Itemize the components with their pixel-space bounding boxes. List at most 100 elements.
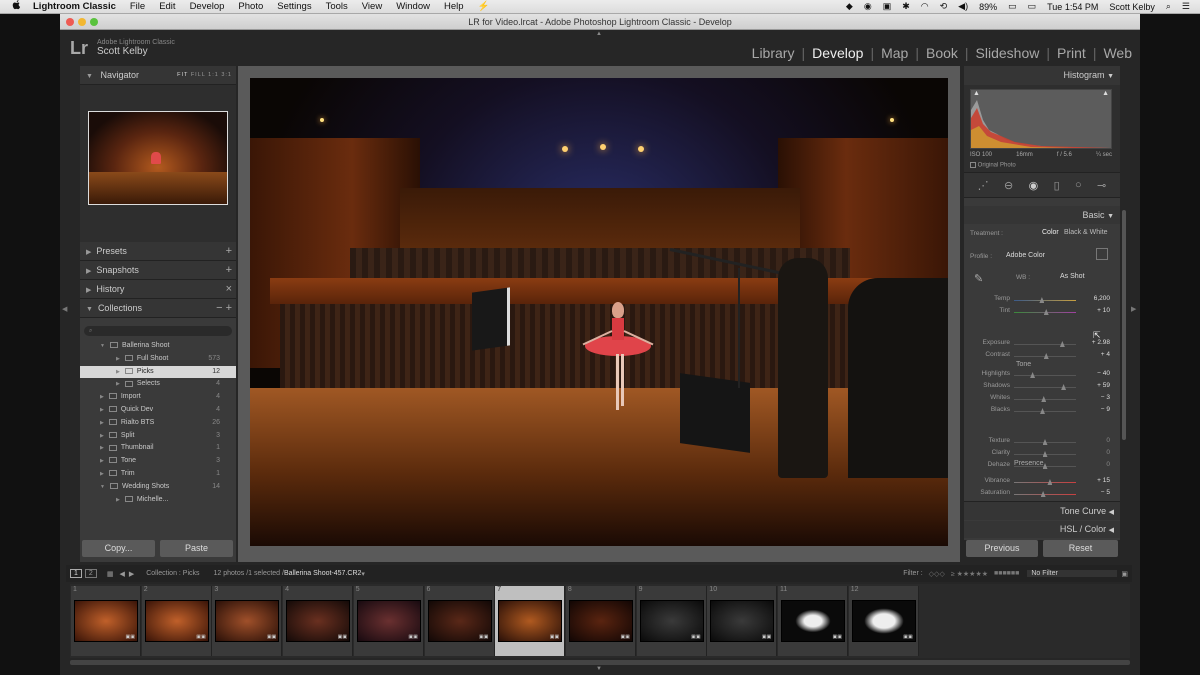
thumb-image[interactable]: ▣▣: [781, 600, 845, 642]
adjustment-brush-icon[interactable]: ⊸: [1097, 179, 1106, 192]
collapse-bottom-arrow-icon[interactable]: ▼: [596, 666, 602, 672]
histogram-collapse-icon[interactable]: ▼: [1107, 73, 1114, 80]
window-icon[interactable]: ▣: [883, 1, 892, 12]
main-window-button[interactable]: 1: [70, 569, 82, 578]
filmstrip-thumb[interactable]: 11 ▣▣: [778, 586, 848, 656]
presets-header[interactable]: ▶ Presets +: [80, 242, 236, 261]
filmstrip-thumb[interactable]: 10 ▣▣: [707, 586, 778, 656]
grid-view-icon[interactable]: ▦: [107, 570, 114, 578]
paste-button[interactable]: Paste: [160, 540, 233, 557]
shadow-clipping-icon[interactable]: ▲: [973, 90, 980, 97]
thumb-image[interactable]: ▣▣: [639, 600, 704, 642]
slider-knob[interactable]: [1042, 439, 1048, 445]
slider-knob[interactable]: [1040, 408, 1046, 414]
collection-filter-input[interactable]: ⌕: [84, 326, 232, 336]
reset-button[interactable]: Reset: [1043, 540, 1118, 557]
collection-item[interactable]: ▼ Wedding Shots 14: [80, 481, 236, 494]
spotlight-icon[interactable]: ⌕: [1166, 1, 1171, 12]
volume-icon[interactable]: ◀): [958, 1, 968, 12]
filmstrip-thumb[interactable]: 7 ▣▣: [495, 586, 566, 656]
presets-expand-icon[interactable]: ▶: [86, 249, 91, 256]
collection-disclosure-icon[interactable]: ▶: [100, 458, 104, 464]
slider-value[interactable]: 0: [1106, 449, 1110, 456]
collection-item[interactable]: ▶ Quick Dev 4: [80, 404, 236, 417]
slider-knob[interactable]: [1061, 384, 1067, 390]
slider-value[interactable]: − 5: [1101, 489, 1110, 496]
snapshots-add-icon[interactable]: +: [226, 261, 232, 280]
hsl-header[interactable]: HSL / Color ◀: [964, 521, 1120, 538]
filmstrip-thumb[interactable]: 6 ▣▣: [424, 586, 495, 656]
original-photo-toggle[interactable]: Original Photo: [970, 162, 1016, 169]
history-expand-icon[interactable]: ▶: [86, 287, 91, 294]
basic-header[interactable]: Basic ▼: [964, 206, 1120, 224]
collection-item[interactable]: ▶ Selects 4: [80, 378, 236, 391]
filmstrip-thumb[interactable]: 12 ▣▣: [848, 586, 919, 656]
snapshots-header[interactable]: ▶ Snapshots +: [80, 261, 236, 280]
slider-value[interactable]: − 3: [1101, 394, 1110, 401]
slider-value[interactable]: 6,200: [1094, 295, 1110, 302]
zoom-3to1[interactable]: 3:1: [221, 72, 232, 78]
menu-help[interactable]: Help: [444, 1, 464, 12]
flag-filter-icon[interactable]: ◇◇◇: [929, 570, 945, 578]
slider-track[interactable]: [1014, 463, 1076, 469]
collection-item[interactable]: ▶ Thumbnail 1: [80, 442, 236, 455]
module-web[interactable]: Web: [1103, 45, 1132, 61]
menu-edit[interactable]: Edit: [159, 1, 175, 12]
collection-disclosure-icon[interactable]: ▶: [100, 420, 104, 426]
profile-select[interactable]: Adobe Color: [1006, 252, 1045, 259]
collection-disclosure-icon[interactable]: ▶: [116, 369, 120, 375]
slider-track[interactable]: [1014, 341, 1076, 347]
red-eye-icon[interactable]: ◉: [1029, 179, 1039, 192]
hsl-expand-icon[interactable]: ◀: [1109, 527, 1114, 534]
bluetooth-icon[interactable]: ✱: [902, 1, 910, 12]
treatment-bw[interactable]: Black & White: [1064, 229, 1108, 236]
wifi-icon[interactable]: ◠: [921, 1, 929, 12]
collection-item[interactable]: ▶ Full Shoot 573: [80, 353, 236, 366]
treatment-color[interactable]: Color: [1042, 229, 1059, 236]
filmstrip-thumb[interactable]: 2 ▣▣: [141, 586, 212, 656]
thumb-image[interactable]: ▣▣: [710, 600, 775, 642]
slider-knob[interactable]: [1059, 341, 1065, 347]
slider-track[interactable]: [1014, 372, 1076, 378]
slider-track[interactable]: [1014, 408, 1076, 414]
navigator-header[interactable]: ▼ Navigator FIT FILL 1:1 3:1: [80, 66, 236, 85]
color-label-filter-icon[interactable]: ■■■■■■: [994, 570, 1019, 577]
menu-window[interactable]: Window: [396, 1, 430, 12]
wb-select[interactable]: As Shot: [1060, 273, 1085, 280]
prev-photo-icon[interactable]: ◀: [119, 570, 124, 578]
collection-item[interactable]: ▶ Import 4: [80, 391, 236, 404]
basic-collapse-icon[interactable]: ▼: [1107, 213, 1114, 220]
collection-item[interactable]: ▶ Picks 12: [80, 365, 236, 379]
apple-menu-icon[interactable]: [12, 0, 21, 13]
next-photo-icon[interactable]: ▶: [129, 570, 134, 578]
module-book[interactable]: Book: [926, 45, 958, 61]
right-panel-toggle-icon[interactable]: ▶: [1131, 305, 1136, 313]
slider-value[interactable]: + 59: [1097, 382, 1110, 389]
tone-curve-header[interactable]: Tone Curve ◀: [964, 501, 1120, 520]
slider-track[interactable]: [1014, 396, 1076, 402]
airplay-icon[interactable]: ▭: [1028, 1, 1037, 12]
rating-filter-icon[interactable]: ≥ ★★★★★: [951, 570, 988, 578]
module-develop[interactable]: Develop: [812, 45, 863, 61]
slider-knob[interactable]: [1047, 479, 1053, 485]
slider-track[interactable]: [1014, 384, 1076, 390]
copy-button[interactable]: Copy...: [82, 540, 155, 557]
bolt-icon[interactable]: ⚡: [478, 1, 490, 12]
slider-knob[interactable]: [1040, 491, 1046, 497]
zoom-fit[interactable]: FIT: [177, 72, 188, 78]
crop-tool-icon[interactable]: ⋰: [978, 179, 989, 192]
highlight-clipping-icon[interactable]: ▲: [1102, 90, 1109, 97]
slider-track[interactable]: [1014, 353, 1076, 359]
collection-item[interactable]: ▼ Ballerina Shoot: [80, 340, 236, 353]
left-panel-toggle-icon[interactable]: ◀: [62, 305, 67, 313]
thumb-image[interactable]: ▣▣: [286, 600, 351, 642]
menu-view[interactable]: View: [362, 1, 382, 12]
radial-filter-icon[interactable]: ○: [1075, 179, 1082, 191]
slider-knob[interactable]: [1041, 396, 1047, 402]
slider-track[interactable]: [1014, 439, 1076, 445]
collection-item[interactable]: ▶ Trim 1: [80, 468, 236, 481]
graduated-filter-icon[interactable]: ▯: [1054, 179, 1060, 192]
thumb-image[interactable]: ▣▣: [74, 600, 138, 642]
module-print[interactable]: Print: [1057, 45, 1086, 61]
module-slideshow[interactable]: Slideshow: [976, 45, 1040, 61]
